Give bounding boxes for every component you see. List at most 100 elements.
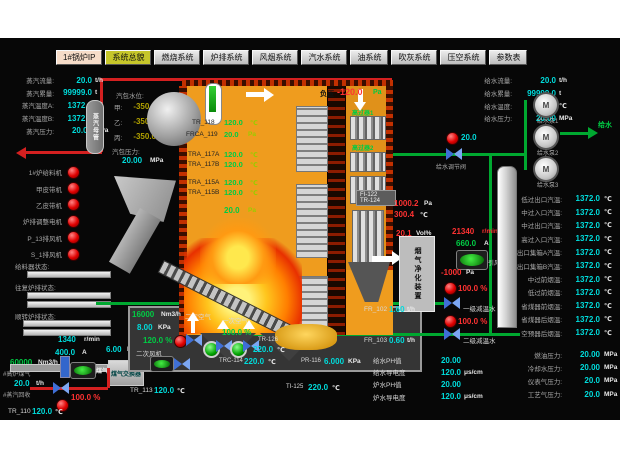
- spray2-tag: FR_103: [364, 337, 387, 344]
- secondary-fan-valve-icon[interactable]: [174, 358, 190, 370]
- param-label: 蒸汽压力:: [2, 126, 54, 136]
- feedwater-pump-3-icon[interactable]: M: [533, 156, 559, 182]
- param-label: 给水温度:: [466, 101, 512, 111]
- point-tag: FRCA_119: [186, 131, 218, 138]
- pr116-tag: PR-116: [301, 358, 321, 364]
- steam-header-pipe: 蒸汽母管: [86, 100, 104, 154]
- id-fan-pressure-unit: Pa: [466, 269, 474, 276]
- motor-status-led[interactable]: [67, 166, 80, 179]
- tab-steam-water[interactable]: 汽水系统: [301, 50, 347, 65]
- tab-air-flue[interactable]: 风烟系统: [252, 50, 298, 65]
- tr113-value: 120.0: [154, 386, 174, 395]
- point-tag: TRA_117B: [188, 161, 219, 168]
- furnace-bottom-pressure-unit: Pa: [248, 207, 256, 214]
- trc114-value: 220.0: [244, 357, 264, 366]
- primary-air-percent: 100.0 %: [222, 328, 251, 337]
- recip-grate-bar-1: [27, 292, 111, 299]
- flue-gas-purifier-label: 烟气净化装置: [412, 247, 422, 301]
- temp-value: 1372.0: [562, 288, 600, 297]
- gas-valve-icon[interactable]: [53, 382, 69, 394]
- spray1-valve-icon[interactable]: [444, 297, 460, 309]
- point-value: 120.0: [224, 150, 243, 159]
- motor-label: 乙皮带机: [12, 200, 62, 210]
- spray1-valve-percent: 100.0 %: [458, 284, 487, 293]
- vacuum-unit: Pa: [373, 89, 382, 96]
- point-value: 120.0: [224, 160, 243, 169]
- gas-fan-speed-value: 1340: [58, 335, 76, 344]
- temp-value: 1372.0: [562, 194, 600, 203]
- downpass-arrow-icon: [354, 102, 366, 111]
- point-value: 20.0: [224, 130, 239, 139]
- tab-boiler-1[interactable]: 1#锅炉IP: [56, 50, 102, 65]
- tab-parameter-table[interactable]: 参数表: [489, 50, 527, 65]
- gas-red-pipe: [30, 387, 108, 390]
- pressure-value: 20.0: [562, 376, 600, 385]
- motor-status-led[interactable]: [67, 198, 80, 211]
- feedwater-valve-led[interactable]: [446, 132, 459, 145]
- temp-label: 中过入口汽温:: [486, 207, 562, 217]
- water-quality-list: 给水PH值 20.00 给水导电度 120.0 μs/cm 炉水PH值 20.0…: [373, 354, 491, 403]
- motor-status-led[interactable]: [67, 231, 80, 244]
- spray2-valve-icon[interactable]: [444, 328, 460, 340]
- feedwater-pump-1-icon[interactable]: M: [533, 92, 559, 118]
- flow-right-arrow-icon: [264, 88, 274, 102]
- division-wall-tubes: [327, 86, 346, 335]
- quality-row: 给水导电度 120.0 μs/cm: [373, 366, 491, 378]
- point-unit: ℃: [250, 119, 258, 127]
- motor-row: 1#炉给料机: [12, 164, 88, 180]
- id-fan-speed-value: 21340: [452, 227, 474, 236]
- quality-row: 给水PH值 20.00: [373, 354, 491, 366]
- tab-sootblow[interactable]: 吹灰系统: [391, 50, 437, 65]
- motor-row: P_13排风机: [12, 230, 88, 246]
- temp-unit: ℃: [600, 248, 612, 256]
- secondary-air-valve-icon[interactable]: [186, 334, 202, 346]
- feedwater-valve-icon[interactable]: [446, 148, 462, 160]
- quality-value: 20.00: [429, 380, 461, 389]
- tab-combustion[interactable]: 燃烧系统: [154, 50, 200, 65]
- spray2-flow-unit: t/h: [407, 337, 415, 344]
- pressure-label: 冷却水压力:: [486, 363, 562, 373]
- temp-unit: ℃: [600, 315, 612, 323]
- motor-status-led[interactable]: [67, 248, 80, 261]
- point-unit: ℃: [250, 179, 258, 187]
- temp-row: 中过前烟温: 1372.0 ℃: [486, 272, 618, 285]
- motor-status-led[interactable]: [67, 182, 80, 195]
- pressure-row: 燃油压力: 20.00 MPa: [486, 348, 618, 361]
- temp-row: 出口集箱B汽温: 1372.0 ℃: [486, 259, 618, 272]
- tab-system-overview[interactable]: 系统总貌: [105, 50, 151, 65]
- motor-status-led[interactable]: [67, 215, 80, 228]
- feedwater-valve-label: 给水调节阀: [436, 162, 466, 171]
- point-tag: TRA_115B: [188, 189, 219, 196]
- temp-value: 1372.0: [562, 328, 600, 337]
- drum-level-label: 丙:: [114, 132, 126, 142]
- flue-temp-unit: ℃: [420, 211, 428, 219]
- tab-bar: 1#锅炉IP 系统总貌 燃烧系统 炉排系统 风烟系统 汽水系统 油系统 吹灰系统…: [56, 50, 527, 65]
- spray2-valve-led[interactable]: [444, 315, 457, 328]
- pressure-row: 工艺气压力: 20.0 MPa: [486, 388, 618, 401]
- secondary-fan-icon[interactable]: [150, 356, 174, 372]
- flue-tag-box: FI-122 TR-124: [356, 190, 396, 206]
- param-row: 给水流量: 20.0 t/h: [466, 74, 598, 87]
- feedwater-pump-2-icon[interactable]: M: [533, 124, 559, 150]
- point-tag: TR_118: [192, 119, 215, 126]
- temp-row: 中过出口汽温: 1372.0 ℃: [486, 219, 618, 232]
- motor-row: 乙皮带机: [12, 197, 88, 213]
- feedwater-valve-percent: 20.0: [461, 133, 477, 142]
- drum-pressure-label: 汽包压力:: [112, 146, 140, 156]
- temp-label: 出口集箱B汽温:: [486, 261, 562, 271]
- gas-fan-icon[interactable]: [70, 362, 96, 379]
- spray2-valve-percent: 100.0 %: [458, 317, 487, 326]
- spray1-valve-led[interactable]: [444, 282, 457, 295]
- tab-grate[interactable]: 炉排系统: [203, 50, 249, 65]
- tab-oil[interactable]: 油系统: [350, 50, 388, 65]
- gas-valve-percent: 100.0 %: [71, 393, 100, 402]
- temp-unit: ℃: [600, 221, 612, 229]
- gas-red-pipe-riser: [107, 368, 110, 388]
- tab-compressed-air[interactable]: 压空系统: [440, 50, 486, 65]
- spray1-label: 一级减温水: [463, 303, 496, 313]
- temp-unit: ℃: [600, 262, 612, 270]
- temp-unit: ℃: [600, 275, 612, 283]
- right-temperature-list: 低过出口汽温: 1372.0 ℃ 中过入口汽温: 1372.0 ℃ 中过出口汽温…: [486, 192, 618, 339]
- id-fan-icon[interactable]: [456, 250, 488, 270]
- temp-label: 低过出口汽温:: [486, 194, 562, 204]
